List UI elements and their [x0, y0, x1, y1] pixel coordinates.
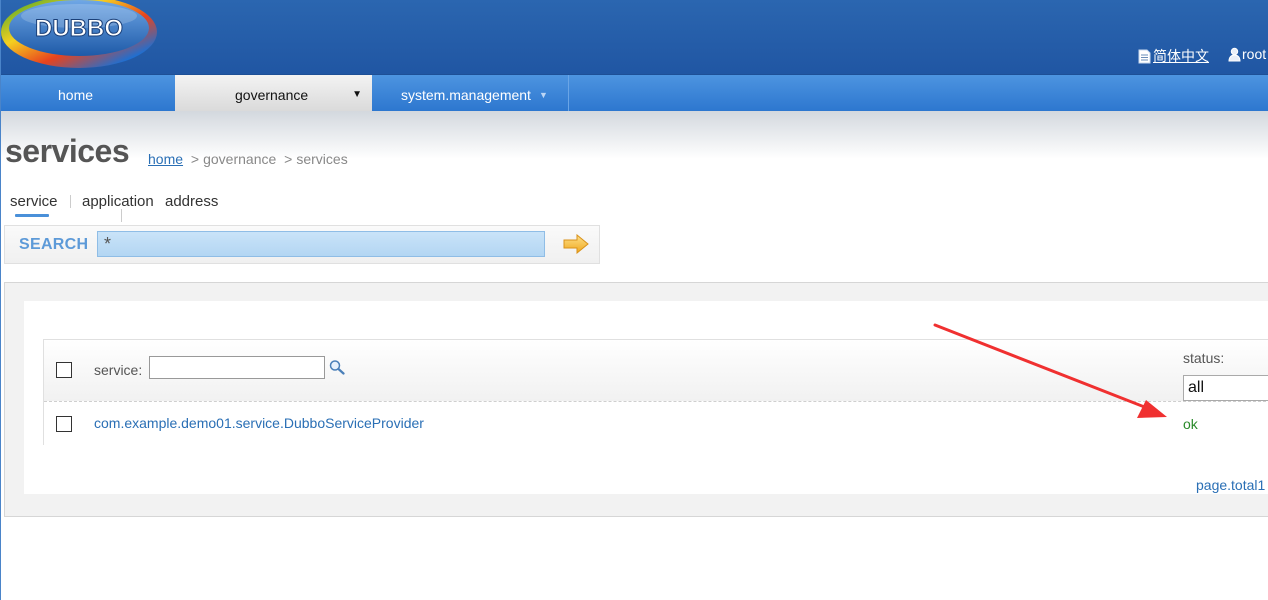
pager-text: page.total1	[1196, 477, 1266, 493]
tab-address[interactable]: address	[165, 193, 218, 210]
main-nav: home governance ▼ system.management ▼	[1, 74, 1268, 111]
language-link[interactable]: 简体中文	[1138, 46, 1209, 66]
results-panel: service: status: all com.example.demo01.…	[4, 282, 1268, 517]
tab-application[interactable]: application	[82, 193, 154, 210]
caret-down-icon: ▼	[352, 89, 362, 100]
search-go-arrow-icon[interactable]	[563, 234, 589, 254]
dubbo-logo[interactable]: DUBBO	[0, 0, 161, 70]
nav-label: system.management	[401, 87, 531, 103]
active-tab-indicator	[15, 214, 49, 217]
breadcrumb: home > governance > services	[148, 151, 348, 167]
breadcrumb-governance: governance	[203, 151, 277, 167]
user-link[interactable]: root	[1228, 46, 1266, 62]
search-input[interactable]	[97, 231, 545, 257]
breadcrumb-home-link[interactable]: home	[148, 151, 183, 167]
caret-down-icon: ▼	[538, 90, 548, 100]
search-bar: SEARCH	[4, 225, 600, 264]
breadcrumb-separator: >	[190, 151, 200, 167]
language-label: 简体中文	[1153, 48, 1209, 64]
document-icon	[1138, 49, 1151, 63]
nav-item-system-management[interactable]: system.management ▼	[372, 75, 568, 111]
table-header: service: status: all	[44, 340, 1268, 402]
status-filter-label: status:	[1183, 350, 1225, 366]
table-row: com.example.demo01.service.DubboServiceP…	[44, 402, 1268, 445]
service-filter-input[interactable]	[149, 356, 325, 379]
status-select[interactable]: all	[1183, 375, 1268, 401]
nav-divider	[568, 75, 569, 111]
search-label: SEARCH	[19, 236, 89, 253]
user-icon	[1228, 47, 1241, 61]
tab-divider	[70, 195, 71, 208]
select-all-checkbox[interactable]	[56, 362, 72, 378]
user-label: root	[1242, 46, 1267, 62]
services-table: service: status: all com.example.demo01.…	[43, 339, 1268, 445]
service-link[interactable]: com.example.demo01.service.DubboServiceP…	[94, 415, 424, 431]
logo-text: DUBBO	[35, 15, 123, 42]
header: DUBBO 简体中文 root	[1, 0, 1268, 74]
breadcrumb-separator: >	[284, 151, 293, 167]
row-checkbox[interactable]	[56, 416, 72, 432]
nav-label: home	[58, 87, 94, 103]
results-container: service: status: all com.example.demo01.…	[24, 301, 1268, 494]
tab-service[interactable]: service	[10, 193, 58, 210]
nav-label: governance	[235, 87, 309, 103]
breadcrumb-current: services	[296, 151, 348, 167]
search-icon[interactable]	[328, 359, 346, 375]
page-title: services	[5, 133, 130, 169]
status-value: ok	[1183, 416, 1198, 432]
nav-item-governance[interactable]: governance ▼	[175, 75, 372, 111]
page: DUBBO 简体中文 root home governance ▼ system…	[0, 0, 1268, 600]
service-filter-label: service:	[94, 362, 143, 378]
nav-item-home[interactable]: home	[1, 75, 175, 111]
tab-divider	[121, 209, 122, 222]
